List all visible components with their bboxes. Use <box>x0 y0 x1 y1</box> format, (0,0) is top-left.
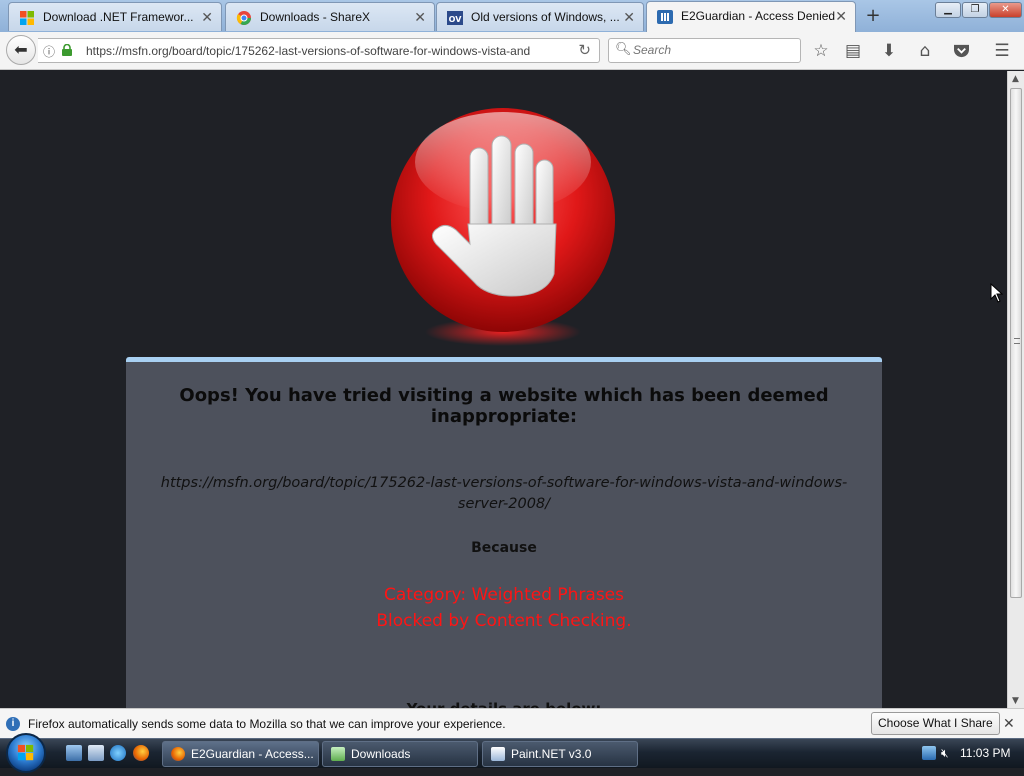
windows-logo-icon <box>20 11 34 25</box>
details-heading: Your details are below: <box>126 700 882 708</box>
navigation-toolbar: ⓘ https://msfn.org/board/topic/175262-la… <box>0 32 1024 70</box>
ov-logo-icon: OV <box>447 11 463 25</box>
show-desktop-icon[interactable] <box>66 745 82 761</box>
blocked-url: https://msfn.org/board/topic/175262-last… <box>160 475 848 512</box>
info-icon: i <box>6 717 20 731</box>
info-icon[interactable]: ⓘ <box>43 43 55 60</box>
paint-icon <box>491 747 505 761</box>
tab-title: Download .NET Framewor... <box>43 10 194 24</box>
tab-dotnet-download[interactable]: Download .NET Framewor... ✕ <box>8 2 222 31</box>
windows-logo-icon <box>17 744 34 761</box>
task-e2guardian[interactable]: E2Guardian - Access... <box>162 741 319 767</box>
mouse-cursor-icon <box>990 283 1004 303</box>
home-icon[interactable]: ⌂ <box>914 40 936 62</box>
task-label: E2Guardian - Access... <box>191 747 314 761</box>
internet-explorer-icon[interactable] <box>110 745 126 761</box>
scrollbar-thumb[interactable] <box>1010 88 1022 598</box>
svg-text:OV: OV <box>449 15 463 24</box>
chrome-like-icon <box>236 11 251 25</box>
bookmark-star-icon[interactable]: ☆ <box>810 40 832 62</box>
firefox-icon <box>171 747 185 761</box>
volume-muted-icon[interactable]: 🔇︎ <box>941 746 955 760</box>
new-tab-button[interactable]: + <box>860 4 886 28</box>
tab-sharex-downloads[interactable]: Downloads - ShareX ✕ <box>225 2 435 31</box>
search-box[interactable]: 🔍︎ <box>608 38 801 63</box>
tab-old-versions[interactable]: OV Old versions of Windows, ... ✕ <box>436 2 644 31</box>
denied-heading: Oops! You have tried visiting a website … <box>179 385 829 427</box>
tab-title: Old versions of Windows, ... <box>471 10 620 24</box>
lock-icon[interactable] <box>62 44 72 56</box>
url-bar[interactable]: ⓘ https://msfn.org/board/topic/175262-la… <box>38 38 600 63</box>
windows-taskbar: E2Guardian - Access... Downloads Paint.N… <box>0 733 1024 773</box>
network-icon[interactable] <box>922 746 936 760</box>
tab-e2guardian[interactable]: E2Guardian - Access Denied ✕ <box>646 1 856 32</box>
tab-close-icon[interactable]: ✕ <box>414 9 426 26</box>
because-label: Because <box>471 540 537 556</box>
switch-windows-icon[interactable] <box>88 745 104 761</box>
url-text[interactable]: https://msfn.org/board/topic/175262-last… <box>86 44 541 58</box>
search-input[interactable] <box>631 42 791 58</box>
tab-close-icon[interactable]: ✕ <box>835 8 847 25</box>
vertical-scrollbar[interactable]: ▲ ▼ <box>1007 71 1024 708</box>
pocket-icon[interactable] <box>950 40 972 62</box>
start-button[interactable] <box>6 733 46 773</box>
stop-hand-icon <box>391 108 615 346</box>
reload-icon[interactable]: ↻ <box>578 41 591 59</box>
search-icon: 🔍︎ <box>615 42 632 57</box>
reading-list-icon[interactable]: ▤ <box>842 40 864 62</box>
reason-category: Category: Weighted Phrases <box>383 585 625 605</box>
back-button[interactable]: ⬅ <box>6 35 36 65</box>
firefox-icon[interactable] <box>133 745 149 761</box>
tab-close-icon[interactable]: ✕ <box>623 9 635 26</box>
tab-close-icon[interactable]: ✕ <box>201 9 213 26</box>
page-content: Oops! You have tried visiting a website … <box>0 71 1007 708</box>
tab-title: E2Guardian - Access Denied <box>681 9 836 23</box>
task-label: Downloads <box>351 747 411 761</box>
scroll-up-icon[interactable]: ▲ <box>1012 74 1019 84</box>
close-window-button[interactable]: ✕ <box>989 2 1022 18</box>
notification-message: Firefox automatically sends some data to… <box>28 717 506 731</box>
arrow-left-icon: ⬅ <box>14 40 28 59</box>
e2guardian-icon <box>657 10 673 24</box>
tab-bar: Download .NET Framewor... ✕ Downloads - … <box>0 0 1024 32</box>
system-clock[interactable]: 11:03 PM <box>960 746 1010 760</box>
choose-what-i-share-button[interactable]: Choose What I Share <box>871 712 1000 735</box>
task-label: Paint.NET v3.0 <box>511 747 592 761</box>
folder-icon <box>331 747 345 761</box>
minimize-button[interactable]: ▁ <box>935 2 961 18</box>
task-paintnet[interactable]: Paint.NET v3.0 <box>482 741 638 767</box>
task-downloads[interactable]: Downloads <box>322 741 478 767</box>
reason-detail: Blocked by Content Checking. <box>376 611 632 631</box>
tab-title: Downloads - ShareX <box>260 10 371 24</box>
close-icon[interactable]: ✕ <box>1003 715 1015 732</box>
access-denied-panel: Oops! You have tried visiting a website … <box>126 357 882 708</box>
download-icon[interactable]: ⬇ <box>878 40 900 62</box>
menu-hamburger-icon[interactable]: ☰ <box>991 40 1013 62</box>
notification-bar: i Firefox automatically sends some data … <box>0 708 1024 738</box>
scroll-down-icon[interactable]: ▼ <box>1012 696 1019 706</box>
restore-button[interactable]: ❐ <box>962 2 988 18</box>
